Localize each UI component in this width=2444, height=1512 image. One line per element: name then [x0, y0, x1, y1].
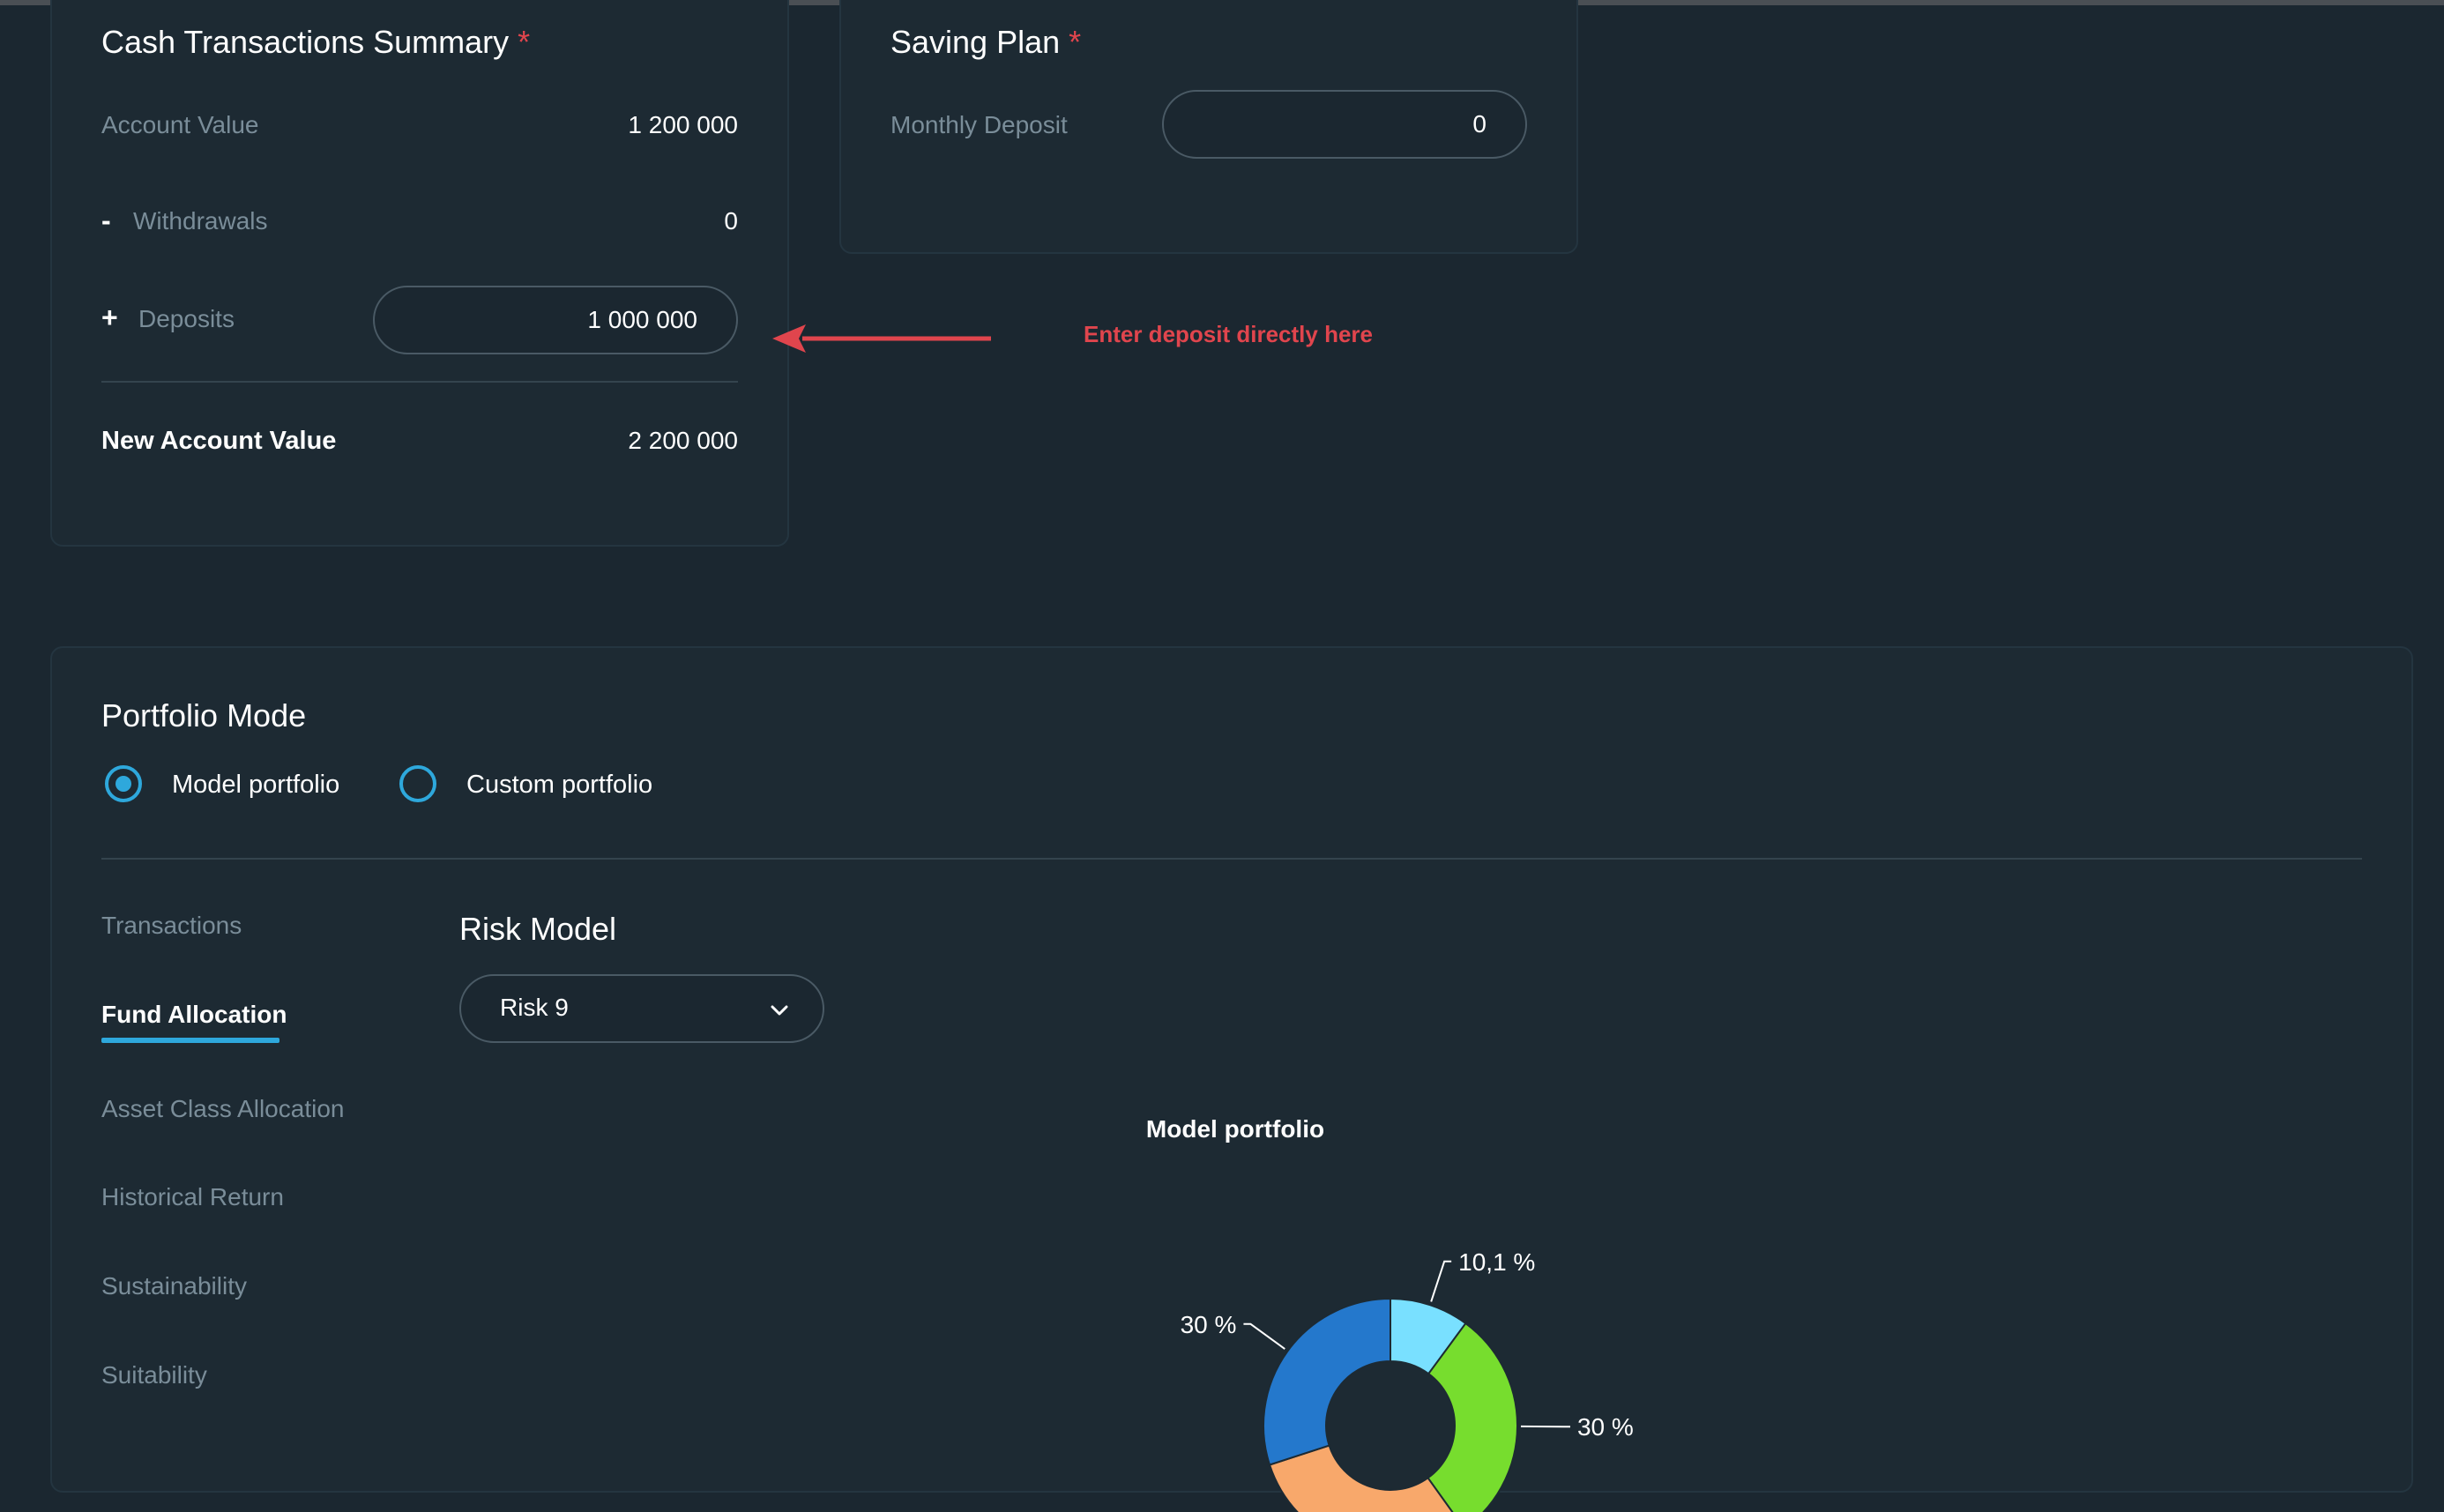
custom-portfolio-radio[interactable]: [399, 765, 436, 802]
nav-historical-return[interactable]: Historical Return: [101, 1183, 284, 1211]
risk-model-selected: Risk 9: [500, 994, 569, 1022]
account-value: 1 200 000: [628, 111, 738, 139]
saving-plan-title-text: Saving Plan: [890, 24, 1060, 60]
chart-title: Model portfolio: [1077, 1115, 1394, 1143]
portfolio-mode-card: Portfolio Mode Model portfolio Custom po…: [50, 646, 2413, 1493]
donut-slice: [1263, 1299, 1390, 1464]
deposits-input[interactable]: [373, 286, 738, 354]
cash-transactions-card: Cash Transactions Summary* Account Value…: [50, 0, 789, 547]
cash-summary-title: Cash Transactions Summary*: [101, 24, 530, 61]
new-account-value: 2 200 000: [628, 427, 738, 455]
slice-leader-line: [1431, 1262, 1451, 1302]
slice-label: 30 %: [1181, 1311, 1237, 1338]
monthly-deposit-label: Monthly Deposit: [890, 111, 1068, 139]
chevron-down-icon: [770, 1001, 789, 1020]
nav-sustainability[interactable]: Sustainability: [101, 1272, 247, 1300]
required-asterisk: *: [1069, 24, 1081, 60]
withdrawals-value: 0: [724, 207, 738, 235]
deposits-label: Deposits: [138, 305, 235, 333]
annotation-arrow: [767, 317, 996, 360]
model-portfolio-radio[interactable]: [105, 765, 142, 802]
cash-summary-title-text: Cash Transactions Summary: [101, 24, 509, 60]
active-tab-underline: [101, 1038, 279, 1043]
monthly-deposit-input[interactable]: [1162, 90, 1527, 159]
saving-plan-title: Saving Plan*: [890, 24, 1081, 61]
donut-chart: 10,1 % 30 % 30 %: [1059, 1159, 1764, 1512]
annotation-text: Enter deposit directly here: [1084, 321, 1373, 348]
custom-portfolio-label[interactable]: Custom portfolio: [466, 771, 652, 800]
plus-sign: +: [101, 302, 118, 334]
nav-fund-allocation[interactable]: Fund Allocation: [101, 1001, 287, 1029]
nav-suitability[interactable]: Suitability: [101, 1361, 207, 1389]
new-account-value-label: New Account Value: [101, 427, 336, 456]
required-asterisk: *: [518, 24, 530, 60]
account-value-label: Account Value: [101, 111, 259, 139]
minus-sign: -: [101, 205, 111, 237]
model-portfolio-label[interactable]: Model portfolio: [172, 771, 339, 800]
portfolio-mode-title: Portfolio Mode: [101, 697, 306, 734]
withdrawals-label: Withdrawals: [133, 207, 267, 235]
portfolio-divider: [101, 858, 2362, 860]
slice-label: 30 %: [1577, 1413, 1634, 1441]
risk-model-select[interactable]: Risk 9: [459, 974, 824, 1043]
nav-asset-class-allocation[interactable]: Asset Class Allocation: [101, 1095, 344, 1123]
summary-divider: [101, 381, 738, 383]
nav-transactions[interactable]: Transactions: [101, 912, 242, 940]
slice-leader-line: [1243, 1324, 1285, 1349]
risk-model-title: Risk Model: [459, 911, 616, 948]
slice-label: 10,1 %: [1458, 1248, 1535, 1276]
saving-plan-card: Saving Plan* Monthly Deposit: [839, 0, 1578, 254]
